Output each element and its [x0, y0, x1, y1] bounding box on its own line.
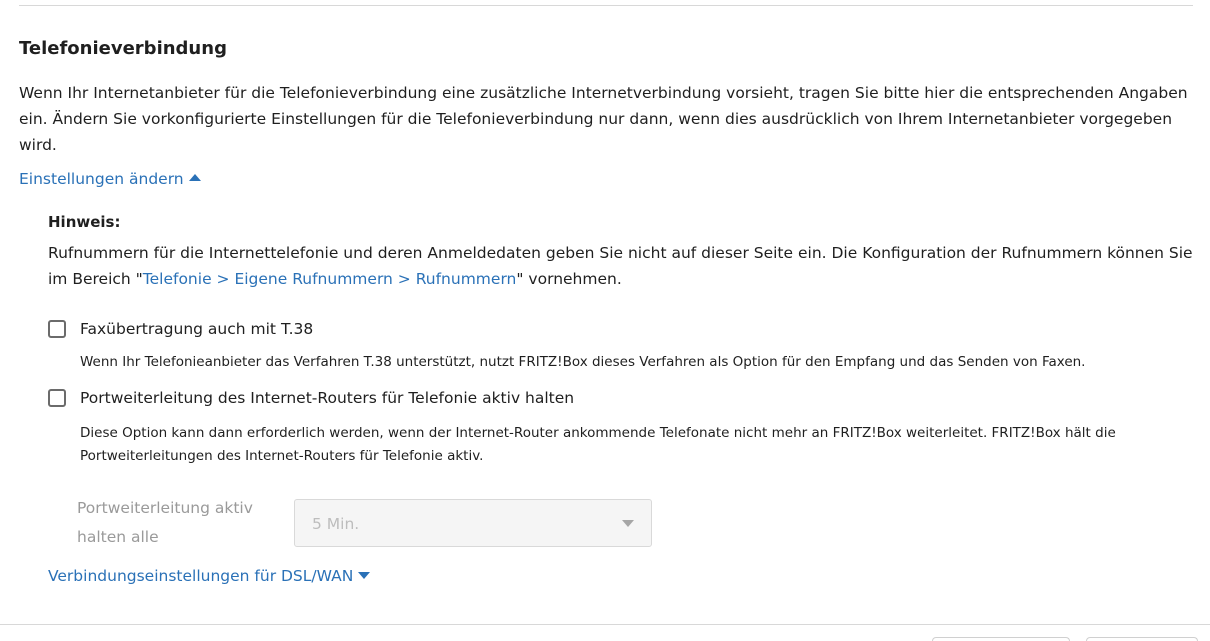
change-settings-label: Einstellungen ändern	[19, 170, 184, 188]
keepalive-interval-select[interactable]: 5 Min.	[294, 499, 652, 547]
hint-label: Hinweis:	[48, 213, 121, 231]
caret-up-icon	[188, 174, 201, 181]
top-divider	[19, 5, 1193, 6]
fax-t38-label[interactable]: Faxübertragung auch mit T.38	[80, 318, 313, 340]
caret-down-icon	[358, 572, 371, 579]
port-forwarding-checkbox[interactable]	[48, 389, 66, 407]
change-settings-toggle[interactable]: Einstellungen ändern	[19, 168, 201, 190]
footer-button-apply[interactable]	[932, 637, 1070, 641]
fax-t38-description: Wenn Ihr Telefonieanbieter das Verfahren…	[80, 354, 1086, 370]
hint-text: Rufnummern für die Internettelefonie und…	[48, 240, 1198, 292]
keepalive-interval-value: 5 Min.	[312, 515, 360, 533]
chevron-down-icon	[622, 520, 634, 527]
dsl-wan-settings-label: Verbindungseinstellungen für DSL/WAN	[48, 567, 354, 585]
section-title: Telefonieverbindung	[19, 38, 227, 59]
bottom-divider	[0, 624, 1210, 625]
port-forwarding-description: Diese Option kann dann erforderlich werd…	[80, 425, 1116, 464]
page: Telefonieverbindung Wenn Ihr Internetanb…	[0, 0, 1210, 641]
fax-t38-checkbox[interactable]	[48, 320, 66, 338]
keepalive-interval-label: Portweiterleitung aktiv halten alle	[77, 499, 253, 546]
port-forwarding-label[interactable]: Portweiterleitung des Internet-Routers f…	[80, 387, 574, 409]
footer-button-cancel[interactable]	[1086, 637, 1198, 641]
phone-numbers-link[interactable]: Telefonie > Eigene Rufnummern > Rufnumme…	[143, 270, 517, 288]
hint-text-after: " vornehmen.	[516, 270, 622, 288]
section-intro: Wenn Ihr Internetanbieter für die Telefo…	[19, 84, 1188, 154]
dsl-wan-settings-toggle[interactable]: Verbindungseinstellungen für DSL/WAN	[48, 565, 371, 587]
